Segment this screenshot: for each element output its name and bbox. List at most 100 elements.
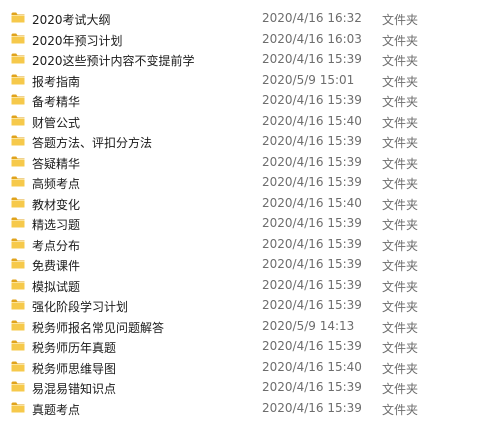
modified-date: 2020/4/16 15:39: [262, 236, 362, 251]
folder-icon: [11, 339, 25, 352]
folder-name[interactable]: 强化阶段学习计划: [32, 298, 128, 315]
folder-row[interactable]: 税务师历年真题 2020/4/16 15:39 文件夹: [0, 336, 500, 356]
modified-date: 2020/4/16 15:39: [262, 400, 362, 415]
folder-row[interactable]: 财管公式 2020/4/16 15:40 文件夹: [0, 111, 500, 131]
modified-date: 2020/4/16 15:39: [262, 134, 362, 148]
folder-row[interactable]: 2020这些预计内容不变提前学 2020/4/16 15:39 文件夹: [0, 49, 500, 69]
file-type: 文件夹: [382, 156, 419, 171]
modified-date: 2020/4/16 15:39: [262, 216, 362, 230]
folder-name[interactable]: 教材变化: [32, 196, 80, 213]
folder-icon: [11, 32, 25, 45]
folder-icon: [11, 52, 25, 65]
file-type: 文件夹: [382, 279, 419, 294]
folder-name[interactable]: 易混易错知识点: [32, 380, 116, 397]
folder-name[interactable]: 税务师历年真题: [32, 339, 116, 356]
folder-name[interactable]: 税务师思维导图: [32, 360, 116, 377]
folder-name[interactable]: 答疑精华: [32, 155, 80, 172]
file-type: 文件夹: [382, 382, 419, 396]
file-type: 文件夹: [382, 177, 419, 191]
file-type: 文件夹: [382, 218, 419, 232]
modified-date: 2020/5/9 15:01: [262, 72, 355, 87]
folder-name[interactable]: 2020这些预计内容不变提前学: [32, 52, 195, 69]
file-type: 文件夹: [382, 341, 419, 355]
modified-date: 2020/4/16 15:39: [262, 298, 362, 312]
folder-name[interactable]: 2020考试大纲: [32, 11, 111, 28]
folder-name[interactable]: 报考指南: [32, 73, 80, 90]
file-list: 2020考试大纲 2020/4/16 16:32 文件夹 2020年预习计划 2020/…: [0, 0, 500, 431]
folder-icon: [11, 319, 25, 332]
folder-icon: [11, 380, 25, 393]
folder-icon: [11, 298, 25, 311]
folder-row[interactable]: 易混易错知识点 2020/4/16 15:39 文件夹: [0, 377, 500, 397]
folder-row[interactable]: 报考指南 2020/5/9 15:01 文件夹: [0, 70, 500, 90]
folder-name[interactable]: 税务师报名常见问题解答: [32, 319, 164, 336]
file-type: 文件夹: [382, 74, 419, 89]
folder-row[interactable]: 考点分布 2020/4/16 15:39 文件夹: [0, 234, 500, 254]
modified-date: 2020/4/16 15:40: [262, 113, 362, 128]
folder-row[interactable]: 答题方法、评扣分方法 2020/4/16 15:39 文件夹: [0, 131, 500, 151]
folder-icon: [11, 155, 25, 168]
folder-row[interactable]: 税务师报名常见问题解答 2020/5/9 14:13 文件夹: [0, 316, 500, 336]
file-type: 文件夹: [382, 33, 419, 48]
folder-row[interactable]: 强化阶段学习计划 2020/4/16 15:39 文件夹: [0, 295, 500, 315]
folder-icon: [11, 175, 25, 188]
folder-name[interactable]: 考点分布: [32, 237, 80, 254]
folder-row[interactable]: 答疑精华 2020/4/16 15:39 文件夹: [0, 152, 500, 172]
folder-icon: [11, 196, 25, 209]
folder-icon: [11, 93, 25, 106]
file-type: 文件夹: [382, 402, 419, 417]
folder-row[interactable]: 高频考点 2020/4/16 15:39 文件夹: [0, 172, 500, 192]
modified-date: 2020/4/16 16:03: [262, 31, 362, 46]
folder-name[interactable]: 答题方法、评扣分方法: [32, 134, 152, 151]
file-type: 文件夹: [382, 320, 419, 335]
folder-icon: [11, 11, 25, 24]
file-type: 文件夹: [382, 54, 419, 68]
file-type: 文件夹: [382, 238, 419, 253]
modified-date: 2020/4/16 15:39: [262, 154, 362, 169]
modified-date: 2020/5/9 14:13: [262, 318, 355, 333]
folder-icon: [11, 237, 25, 250]
file-type: 文件夹: [382, 259, 419, 273]
folder-name[interactable]: 备考精华: [32, 93, 80, 110]
folder-row[interactable]: 税务师思维导图 2020/4/16 15:40 文件夹: [0, 357, 500, 377]
folder-name[interactable]: 精选习题: [32, 216, 80, 233]
folder-row[interactable]: 模拟试题 2020/4/16 15:39 文件夹: [0, 275, 500, 295]
folder-name[interactable]: 财管公式: [32, 114, 80, 131]
folder-row[interactable]: 2020年预习计划 2020/4/16 16:03 文件夹: [0, 29, 500, 49]
folder-icon: [11, 401, 25, 414]
modified-date: 2020/4/16 15:39: [262, 52, 362, 66]
folder-icon: [11, 278, 25, 291]
modified-date: 2020/4/16 15:39: [262, 277, 362, 292]
folder-name[interactable]: 高频考点: [32, 175, 80, 192]
modified-date: 2020/4/16 15:39: [262, 175, 362, 189]
file-type: 文件夹: [382, 136, 419, 150]
folder-icon: [11, 114, 25, 127]
folder-row[interactable]: 备考精华 2020/4/16 15:39 文件夹: [0, 90, 500, 110]
file-type: 文件夹: [382, 197, 419, 212]
folder-icon: [11, 134, 25, 147]
folder-row[interactable]: 2020考试大纲 2020/4/16 16:32 文件夹: [0, 8, 500, 28]
modified-date: 2020/4/16 15:39: [262, 93, 362, 107]
file-type: 文件夹: [382, 300, 419, 314]
folder-row[interactable]: 精选习题 2020/4/16 15:39 文件夹: [0, 213, 500, 233]
modified-date: 2020/4/16 15:39: [262, 339, 362, 353]
modified-date: 2020/4/16 15:39: [262, 380, 362, 394]
file-type: 文件夹: [382, 95, 419, 109]
folder-icon: [11, 360, 25, 373]
modified-date: 2020/4/16 15:40: [262, 195, 362, 210]
folder-name[interactable]: 免费课件: [32, 257, 80, 274]
folder-icon: [11, 257, 25, 270]
folder-row[interactable]: 教材变化 2020/4/16 15:40 文件夹: [0, 193, 500, 213]
folder-name[interactable]: 真题考点: [32, 401, 80, 418]
folder-row[interactable]: 免费课件 2020/4/16 15:39 文件夹: [0, 254, 500, 274]
folder-row[interactable]: 真题考点 2020/4/16 15:39 文件夹: [0, 398, 500, 418]
folder-icon: [11, 73, 25, 86]
file-type: 文件夹: [382, 13, 419, 27]
folder-icon: [11, 216, 25, 229]
modified-date: 2020/4/16 15:40: [262, 359, 362, 374]
file-type: 文件夹: [382, 361, 419, 376]
modified-date: 2020/4/16 15:39: [262, 257, 362, 271]
folder-name[interactable]: 2020年预习计划: [32, 32, 123, 49]
modified-date: 2020/4/16 16:32: [262, 11, 362, 25]
folder-name[interactable]: 模拟试题: [32, 278, 80, 295]
